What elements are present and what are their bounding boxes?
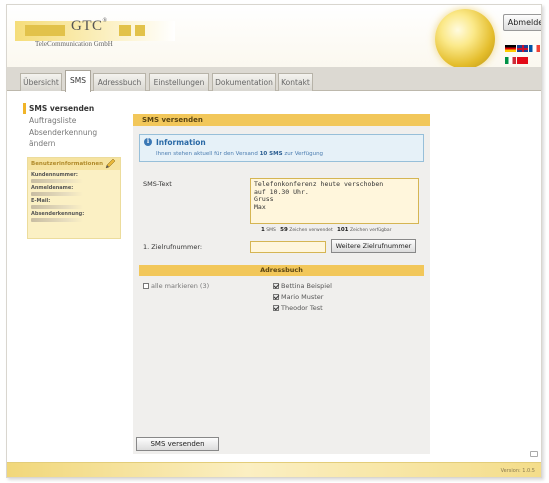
sms-text-field[interactable]: Telefonkonferenz heute verschoben auf 10… — [250, 178, 419, 224]
german-flag-icon[interactable] — [505, 45, 516, 52]
logo-block — [135, 25, 145, 36]
sidebar-item-order-list[interactable]: Auftragsliste — [23, 115, 123, 126]
recipient-label: 1. Zielrufnummer: — [143, 243, 203, 251]
tab-contact[interactable]: Kontakt — [278, 73, 313, 91]
tab-overview[interactable]: Übersicht — [20, 73, 62, 91]
customer-number-label: Kundennummer: — [31, 172, 78, 178]
tab-documentation[interactable]: Dokumentation — [212, 73, 276, 91]
character-counter: 1 SMS 59 Zeichen verwendet 101 Zeichen v… — [261, 227, 392, 233]
panel-title: SMS versenden — [133, 114, 430, 126]
tab-addressbook[interactable]: Adressbuch — [93, 73, 146, 91]
logout-button[interactable]: Abmelden — [503, 14, 541, 31]
logo-block — [119, 25, 131, 36]
contact-checkbox[interactable] — [273, 305, 279, 311]
footer: Version: 1.0.5 — [7, 462, 541, 477]
header: GTC® TeleCommunication GmbH Abmelden — [7, 5, 541, 69]
sidebar-nav: SMS versenden Auftragsliste Absenderkenn… — [23, 103, 123, 148]
mark-all-checkbox[interactable] — [143, 283, 149, 289]
sender-id-label: Absenderkennung: — [31, 211, 85, 217]
contact-name[interactable]: Theodor Test — [281, 304, 323, 312]
contact-checkbox[interactable] — [273, 294, 279, 300]
version-label: Version: 1.0.5 — [500, 468, 535, 474]
info-text: Ihnen stehen aktuell für den Versand 10 … — [156, 151, 324, 157]
company-tagline: TeleCommunication GmbH — [35, 40, 113, 48]
tab-settings[interactable]: Einstellungen — [149, 73, 209, 91]
email-value — [31, 205, 83, 209]
pencil-icon[interactable] — [104, 159, 116, 169]
login-name-value — [31, 192, 83, 196]
sidebar-item-send-sms[interactable]: SMS versenden — [23, 103, 123, 114]
info-title: Information — [156, 138, 206, 147]
mark-all-label[interactable]: alle markieren (3) — [151, 282, 209, 290]
contact-checkbox[interactable] — [273, 283, 279, 289]
contact-name[interactable]: Bettina Beispiel — [281, 282, 332, 290]
info-box: i Information Ihnen stehen aktuell für d… — [139, 134, 424, 162]
contact-name[interactable]: Mario Muster — [281, 293, 323, 301]
italian-flag-icon[interactable] — [505, 57, 516, 64]
app-window: GTC® TeleCommunication GmbH Abmelden Übe… — [6, 4, 542, 478]
info-icon: i — [144, 138, 152, 146]
main-navigation-tabs: Übersicht SMS Adressbuch Einstellungen D… — [7, 67, 541, 92]
login-name-label: Anmeldename: — [31, 185, 74, 191]
french-flag-icon[interactable] — [529, 45, 540, 52]
customer-number-value — [31, 179, 83, 183]
tab-sms[interactable]: SMS — [65, 70, 91, 92]
logo-block — [25, 25, 65, 36]
globe-graphic — [435, 9, 495, 69]
uk-flag-icon[interactable] — [517, 45, 528, 52]
recipient-number-input[interactable] — [250, 241, 326, 253]
print-icon[interactable] — [530, 451, 538, 457]
sms-text-label: SMS-Text — [143, 180, 172, 188]
user-info-box: Benutzerinformationen Kundennummer: Anme… — [27, 157, 121, 239]
sender-id-value — [31, 218, 83, 222]
add-recipient-button[interactable]: Weitere Zielrufnummer — [331, 239, 416, 253]
email-label: E-Mail: — [31, 198, 51, 204]
send-sms-panel: SMS versenden i Information Ihnen stehen… — [133, 114, 430, 454]
addressbook-header: Adressbuch — [139, 265, 424, 276]
logo-text: GTC® — [71, 18, 108, 34]
turkish-flag-icon[interactable] — [517, 57, 528, 64]
send-sms-button[interactable]: SMS versenden — [136, 437, 219, 451]
sidebar-item-change-sender-id[interactable]: Absenderkennung ändern — [23, 127, 123, 148]
